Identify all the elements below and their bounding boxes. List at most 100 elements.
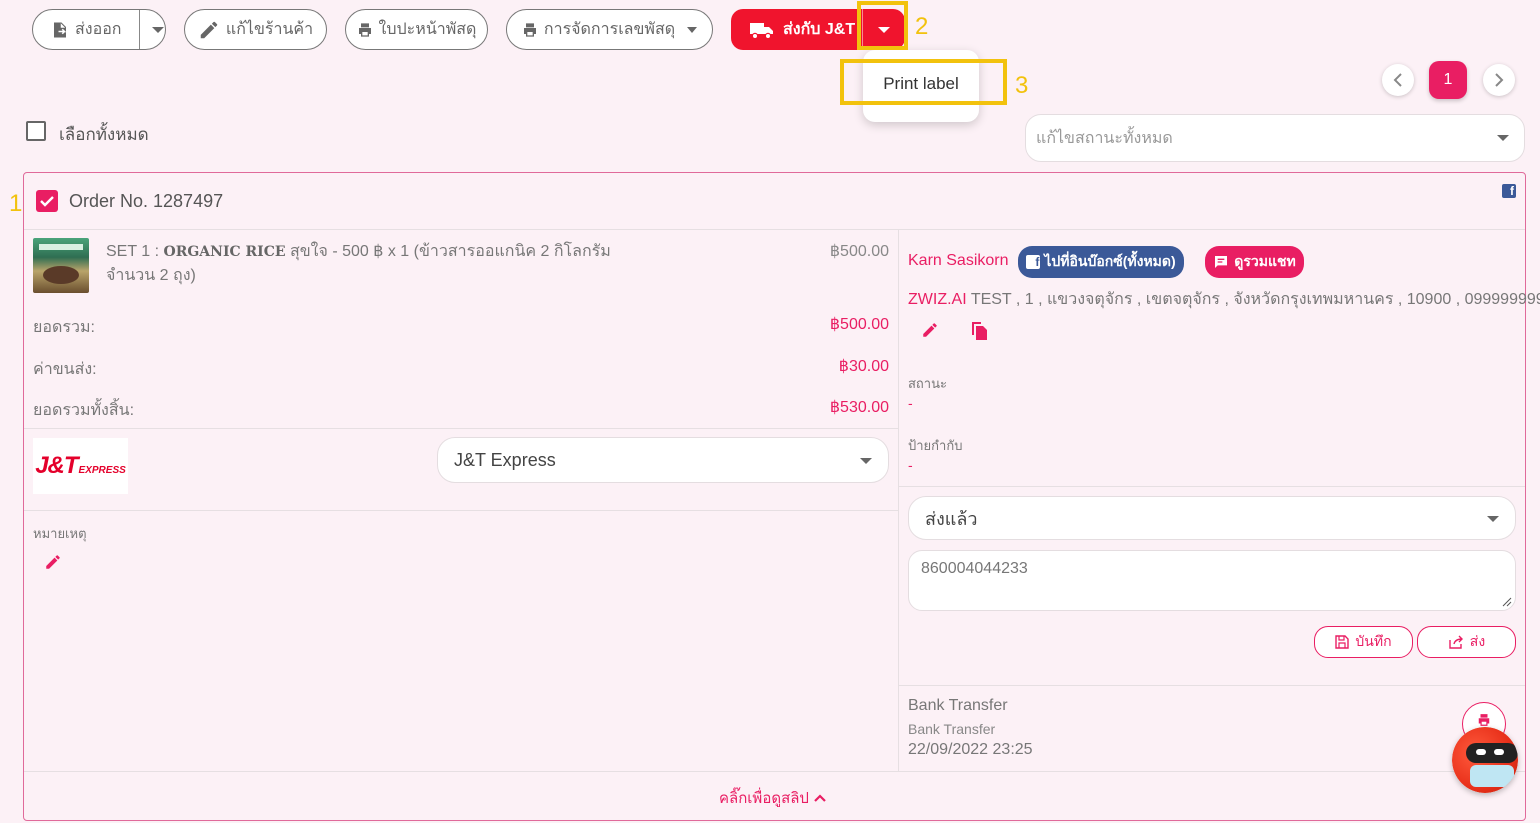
payment-method: Bank Transfer <box>908 697 1008 714</box>
callout-number-3: 3 <box>1015 72 1029 99</box>
tracking-management-label: การจัดการเลขพัสดุ <box>543 21 676 38</box>
view-chat-button[interactable]: ดูรวมแชท <box>1205 246 1304 278</box>
share-icon <box>1449 635 1463 649</box>
product-thumbnail <box>33 238 89 293</box>
edit-address-button[interactable] <box>921 321 939 344</box>
pencil-icon <box>46 555 60 569</box>
product-suffix: สุขใจ - 500 ฿ x 1 (ข้าวสารออแกนิค 2 กิโล… <box>285 243 611 260</box>
shipping-label: ค่าขนส่ง: <box>33 361 97 378</box>
chevron-down-icon <box>1497 135 1509 141</box>
pagination-next-button[interactable] <box>1483 64 1515 96</box>
view-chat-label: ดูรวมแชท <box>1234 253 1296 269</box>
truck-icon <box>750 22 773 39</box>
address-rest: TEST , 1 , แขวงจตุจักร , เขตจตุจักร , จั… <box>966 291 1540 308</box>
status-label: สถานะ <box>908 376 947 391</box>
checkmark-icon <box>40 196 54 207</box>
view-slip-label: คลิ๊กเพื่อดูสลิป <box>719 790 809 807</box>
payment-date: 22/09/2022 23:25 <box>908 741 1033 758</box>
pencil-icon <box>200 21 218 38</box>
copy-icon <box>972 322 987 340</box>
product-line-2: จำนวน 2 ถุง) <box>106 267 196 284</box>
chevron-right-icon <box>1495 73 1504 87</box>
footer-divider <box>24 771 1525 772</box>
order-checkbox[interactable] <box>36 190 58 212</box>
save-icon <box>1335 635 1350 649</box>
chevron-down-icon <box>1487 516 1499 522</box>
send-button-label: ส่ง <box>1469 633 1486 649</box>
callout-number-2: 2 <box>915 13 929 40</box>
chat-icon <box>1215 256 1228 268</box>
order-status-select[interactable]: ส่งแล้ว <box>908 496 1516 540</box>
export-label: ส่งออก <box>75 21 122 38</box>
printer-icon <box>1478 714 1490 726</box>
tracking-number-textarea[interactable]: 860004044233 <box>908 550 1516 611</box>
subtotal-label: ยอดรวม: <box>33 319 95 336</box>
subtotal-value: ฿500.00 <box>829 316 889 333</box>
copy-address-button[interactable] <box>970 320 988 345</box>
note-label: หมายเหตุ <box>33 526 87 541</box>
jt-logo-text: J&T <box>35 452 78 479</box>
carrier-selected-value: J&T Express <box>454 449 556 470</box>
total-value: ฿530.00 <box>829 399 889 416</box>
order-number: Order No. 1287497 <box>69 191 224 211</box>
payment-sub: Bank Transfer <box>908 721 996 737</box>
customer-name: Karn Sasikorn <box>908 252 1009 269</box>
tag-value: - <box>908 457 913 473</box>
carrier-divider <box>24 510 898 511</box>
view-slip-link[interactable]: คลิ๊กเพื่อดูสลิป <box>719 786 827 810</box>
facebook-icon: f <box>1502 184 1516 198</box>
split-divider <box>139 10 141 49</box>
save-button[interactable]: บันทึก <box>1314 626 1413 658</box>
chevron-up-icon <box>814 794 826 802</box>
chevron-down-icon <box>687 26 698 33</box>
shipping-value: ฿30.00 <box>838 358 889 375</box>
tracking-number-value: 860004044233 <box>921 560 1028 577</box>
pagination-prev-button[interactable] <box>1382 64 1414 96</box>
highlight-box-2 <box>857 1 908 50</box>
chevron-left-icon <box>1393 73 1402 87</box>
callout-number-1: 1 <box>9 190 23 217</box>
save-button-label: บันทึก <box>1355 633 1392 649</box>
chatbot-avatar[interactable] <box>1452 727 1518 793</box>
carrier-select[interactable]: J&T Express <box>437 437 889 483</box>
product-name-bold: ORGANIC RICE <box>163 244 286 260</box>
order-status-value: ส่งแล้ว <box>925 508 978 529</box>
cover-sheet-button[interactable]: ใบปะหน้าพัสดุ <box>345 9 488 50</box>
printer-icon <box>523 22 536 37</box>
ship-jt-label: ส่งกับ J&T <box>783 21 856 38</box>
card-vertical-divider <box>898 230 899 771</box>
pagination-page-current[interactable]: 1 <box>1429 61 1467 99</box>
edit-note-button[interactable] <box>44 553 62 576</box>
tag-label: ป้ายกำกับ <box>908 438 963 453</box>
order-card: Order No. 1287497 f SET 1 : ORGANIC RICE… <box>23 172 1540 821</box>
edit-shop-button[interactable]: แก้ไขร้านค้า <box>184 9 327 50</box>
printer-icon <box>358 22 371 37</box>
select-all-checkbox[interactable] <box>26 121 46 141</box>
summary-divider <box>24 428 898 429</box>
status-divider <box>899 486 1525 487</box>
send-button[interactable]: ส่ง <box>1417 626 1516 658</box>
chevron-down-icon <box>860 458 872 464</box>
tracking-management-button[interactable]: การจัดการเลขพัสดุ <box>506 9 713 50</box>
bulk-status-select[interactable]: แก้ไขสถานะทั้งหมด <box>1025 114 1525 162</box>
jt-express-logo: J&T EXPRESS <box>33 438 128 494</box>
export-icon <box>54 22 67 37</box>
status-value: - <box>908 395 913 411</box>
facebook-icon: f <box>1026 255 1041 269</box>
total-label: ยอดรวมทั้งสิ้น: <box>33 402 135 419</box>
address-prefix: ZWIZ.AI <box>908 291 967 308</box>
pencil-icon <box>923 323 937 337</box>
product-prefix: SET 1 : <box>106 243 164 260</box>
payment-divider <box>899 685 1525 686</box>
product-description: SET 1 : ORGANIC RICE สุขใจ - 500 ฿ x 1 (… <box>106 240 726 288</box>
edit-shop-label: แก้ไขร้านค้า <box>225 21 314 38</box>
export-caret-icon[interactable] <box>152 26 165 33</box>
card-divider <box>24 229 1525 230</box>
export-button[interactable]: ส่งออก <box>32 9 166 50</box>
product-price: ฿500.00 <box>829 243 889 260</box>
bulk-status-placeholder: แก้ไขสถานะทั้งหมด <box>1036 129 1173 147</box>
page-number: 1 <box>1443 71 1453 88</box>
resize-handle-icon[interactable] <box>1502 597 1512 607</box>
inbox-button-label: ไปที่อินบ๊อกซ์(ทั้งหมด) <box>1044 253 1176 269</box>
inbox-button[interactable]: f ไปที่อินบ๊อกซ์(ทั้งหมด) <box>1018 246 1184 278</box>
